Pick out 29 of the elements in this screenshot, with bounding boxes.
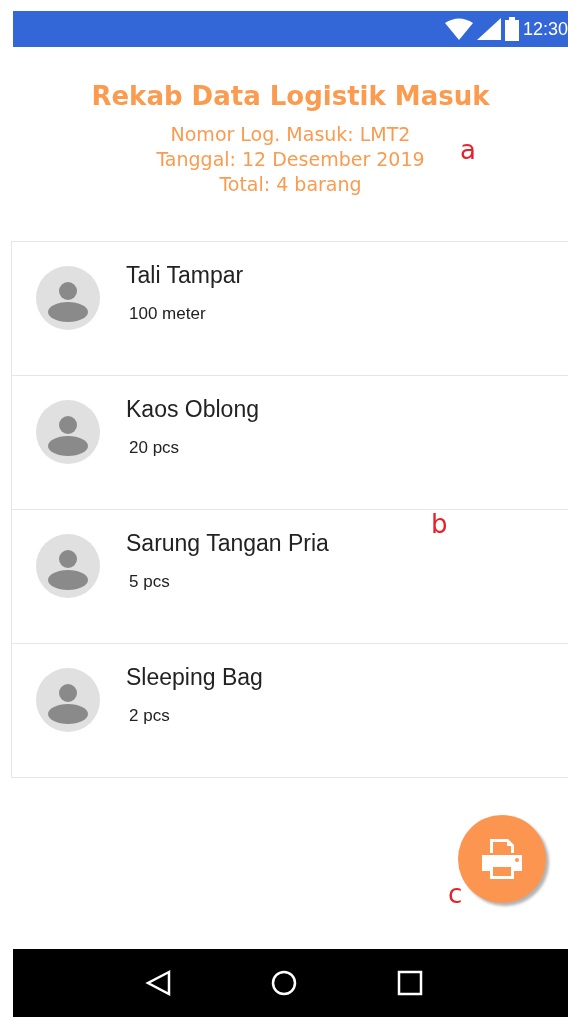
header-info: Nomor Log. Masuk: LMT2 bbox=[170, 122, 411, 148]
item-quantity: 2 pcs bbox=[129, 704, 171, 727]
annotation-label: b bbox=[431, 511, 448, 537]
item-name: Tali Tampar bbox=[126, 261, 244, 290]
annotation-label: c bbox=[448, 881, 463, 907]
home-icon[interactable] bbox=[270, 970, 297, 996]
back-icon[interactable] bbox=[144, 970, 171, 996]
item-quantity: 20 pcs bbox=[129, 436, 181, 459]
page-title: Rekab Data Logistik Masuk bbox=[91, 81, 490, 113]
header-info: Total: 4 barang bbox=[219, 172, 362, 198]
item-name: Sleeping Bag bbox=[126, 663, 263, 692]
list-item[interactable]: Sleeping Bag 2 pcs bbox=[11, 644, 568, 778]
item-name: Kaos Oblong bbox=[126, 395, 259, 424]
item-quantity: 5 pcs bbox=[129, 570, 171, 593]
avatar-icon bbox=[36, 534, 100, 598]
header-info: Tanggal: 12 Desember 2019 bbox=[156, 147, 425, 173]
battery-icon bbox=[504, 17, 519, 41]
avatar-icon bbox=[36, 400, 100, 464]
annotation-label: a bbox=[460, 137, 476, 163]
avatar-icon bbox=[36, 668, 100, 732]
signal-icon bbox=[476, 18, 501, 40]
status-time: 12:30 bbox=[522, 17, 568, 41]
list-item[interactable]: Kaos Oblong 20 pcs bbox=[11, 376, 568, 510]
item-quantity: 100 meter bbox=[129, 302, 207, 325]
item-name: Sarung Tangan Pria bbox=[126, 529, 329, 558]
avatar-icon bbox=[36, 266, 100, 330]
overview-icon[interactable] bbox=[396, 970, 423, 996]
list-item[interactable]: Tali Tampar 100 meter bbox=[11, 242, 568, 376]
wifi-icon bbox=[444, 18, 473, 40]
